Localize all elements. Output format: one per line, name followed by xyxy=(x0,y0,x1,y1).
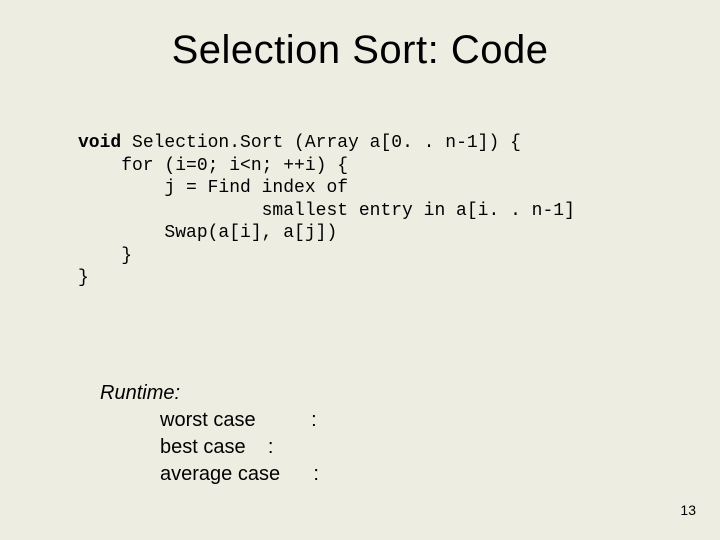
code-line-2: for (i=0; i<n; ++i) { xyxy=(78,156,348,176)
runtime-block: Runtime: worst case : best case : averag… xyxy=(100,380,319,488)
runtime-avg-row: average case : xyxy=(160,461,319,488)
code-line-1-rest: Selection.Sort (Array a[0. . n-1]) { xyxy=(121,133,521,153)
runtime-avg-sep: : xyxy=(313,463,319,485)
runtime-worst-label: worst case xyxy=(160,409,256,431)
code-block: void Selection.Sort (Array a[0. . n-1]) … xyxy=(78,132,575,290)
code-line-7: } xyxy=(78,268,89,288)
runtime-header: Runtime: xyxy=(100,380,319,407)
slide-title: Selection Sort: Code xyxy=(0,28,720,73)
runtime-best-sep: : xyxy=(268,436,274,458)
runtime-worst-row: worst case : xyxy=(160,407,319,434)
code-keyword-void: void xyxy=(78,133,121,153)
code-line-6: } xyxy=(78,246,132,266)
code-line-3: j = Find index of xyxy=(78,178,348,198)
runtime-best-label: best case xyxy=(160,436,246,458)
runtime-worst-sep: : xyxy=(311,409,317,431)
code-line-5: Swap(a[i], a[j]) xyxy=(78,223,337,243)
page-number: 13 xyxy=(680,502,696,518)
code-line-4: smallest entry in a[i. . n-1] xyxy=(78,201,575,221)
slide: Selection Sort: Code void Selection.Sort… xyxy=(0,0,720,540)
runtime-best-row: best case : xyxy=(160,434,319,461)
runtime-avg-label: average case xyxy=(160,463,280,485)
